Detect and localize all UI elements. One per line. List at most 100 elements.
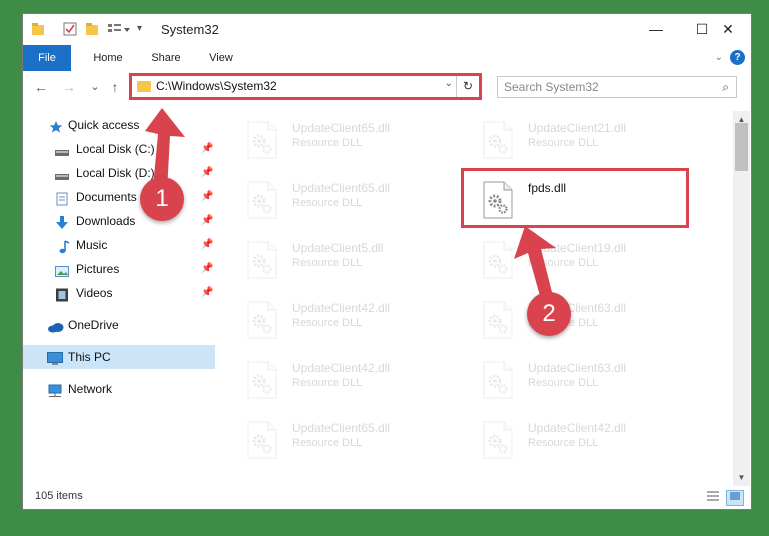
file-type: Resource DLL	[528, 137, 599, 149]
search-box[interactable]: ⌕	[497, 76, 737, 98]
sidebar-item-pictures[interactable]: Pictures 📌	[23, 257, 215, 281]
file-item[interactable]: UpdateClient5.dll Resource DLL	[225, 235, 455, 285]
file-item[interactable]: UpdateClient65.dll Resource DLL	[225, 415, 455, 465]
sidebar-item-music[interactable]: Music 📌	[23, 233, 215, 257]
file-item[interactable]: UpdateClient63.dllResource DLL	[461, 295, 691, 345]
dll-file-icon	[247, 181, 277, 219]
expand-ribbon-icon[interactable]: ⌄	[715, 45, 723, 71]
file-list: UpdateClient65.dll Resource DLL UpdateClie…	[223, 111, 733, 486]
sidebar-item-label: Quick access	[68, 118, 140, 132]
file-item[interactable]: UpdateClient21.dll Resource DLL	[461, 115, 691, 165]
scrollbar-thumb[interactable]	[735, 123, 748, 171]
file-type: Resource DLL	[292, 137, 363, 149]
dll-file-icon	[483, 121, 513, 159]
file-item[interactable]: UpdateClient42.dll Resource DLL	[225, 355, 455, 405]
explorer-window: ▾ System32 — ☐ ✕ File Home Share View ⌄ …	[22, 13, 752, 510]
cloud-icon	[47, 318, 65, 333]
tab-file[interactable]: File	[23, 45, 71, 71]
sidebar-item-onedrive[interactable]: OneDrive	[23, 313, 215, 337]
back-button[interactable]: ←	[31, 77, 51, 97]
pin-icon: 📌	[201, 263, 214, 274]
file-type: Resource DLL	[528, 257, 599, 269]
pin-icon: 📌	[201, 215, 214, 226]
tab-view[interactable]: View	[199, 45, 243, 71]
file-name: UpdateClient42.dll	[528, 421, 627, 435]
network-icon	[47, 382, 63, 397]
file-type: Resource DLL	[292, 197, 363, 209]
help-icon[interactable]: ?	[730, 50, 745, 65]
close-button[interactable]: ✕	[705, 14, 751, 45]
dll-file-icon	[483, 241, 513, 279]
pictures-icon	[55, 262, 69, 277]
sidebar-item-this-pc[interactable]: This PC	[23, 345, 215, 369]
sidebar-item-label: OneDrive	[68, 318, 119, 332]
address-path[interactable]: C:\Windows\System32	[156, 79, 277, 93]
downloads-icon	[55, 214, 69, 229]
file-item[interactable]: UpdateClient65.dll Resource DLL	[225, 175, 455, 225]
file-item[interactable]: UpdateClient42.dll Resource DLL	[225, 295, 455, 345]
dll-file-icon	[483, 301, 513, 339]
file-item[interactable]: UpdateClient63.dllResource DLL	[461, 355, 691, 405]
scroll-down-icon[interactable]: ▼	[733, 469, 750, 486]
chevron-down-icon[interactable]: ⌄	[445, 78, 453, 89]
navigation-pane: Quick access Local Disk (C:) 📌 Local Dis…	[23, 111, 215, 486]
navigation-bar: ← → ⌄ ↑ C:\Windows\System32 ⌄ ↻ ⌕	[23, 71, 751, 104]
new-folder-icon[interactable]	[85, 22, 99, 39]
folder-icon	[31, 22, 45, 39]
recent-locations-button[interactable]: ⌄	[85, 77, 105, 97]
tab-home[interactable]: Home	[85, 45, 131, 71]
pin-icon: 📌	[201, 143, 214, 154]
file-name: UpdateClient42.dll	[292, 301, 391, 315]
file-type: Resource DLL	[292, 437, 363, 449]
file-name: UpdateClient65.dll	[292, 421, 391, 435]
file-item[interactable]: UpdateClient19.dll Resource DLL	[461, 235, 691, 285]
dll-file-icon	[247, 421, 277, 459]
vertical-scrollbar[interactable]: ▲ ▼	[733, 111, 750, 486]
file-type: Resource DLL	[292, 317, 363, 329]
file-name: UpdateClient42.dll	[292, 361, 391, 375]
sidebar-item-label: Local Disk (D:)	[76, 166, 155, 180]
minimize-button[interactable]: —	[633, 14, 679, 45]
properties-icon[interactable]	[63, 22, 77, 39]
search-input[interactable]	[498, 77, 720, 97]
file-name: UpdateClient21.dll	[528, 121, 627, 135]
file-type: Resource DLL	[528, 377, 599, 389]
sidebar-item-local-disk-d[interactable]: Local Disk (D:) 📌	[23, 161, 215, 185]
tab-share[interactable]: Share	[143, 45, 189, 71]
customize-toolbar-icon[interactable]	[107, 22, 131, 39]
address-bar[interactable]: C:\Windows\System32 ⌄ ↻	[129, 73, 482, 100]
sidebar-item-downloads[interactable]: Downloads 📌	[23, 209, 215, 233]
details-view-icon[interactable]	[705, 490, 721, 504]
star-icon	[49, 118, 63, 133]
sidebar-item-label: Videos	[76, 286, 113, 300]
forward-button[interactable]: →	[59, 77, 79, 97]
sidebar-item-label: Downloads	[76, 214, 136, 228]
music-icon	[57, 238, 71, 254]
file-type: Resource DLL	[292, 377, 363, 389]
file-item[interactable]: UpdateClient42.dll Resource DLL	[461, 415, 691, 465]
sidebar-item-quick-access[interactable]: Quick access	[23, 113, 215, 137]
sidebar-item-label: This PC	[68, 350, 111, 364]
refresh-button[interactable]: ↻	[456, 76, 479, 97]
sidebar-item-label: Pictures	[76, 262, 120, 276]
annotation-badge-2: 2	[527, 292, 571, 336]
dll-file-icon	[483, 421, 513, 459]
videos-icon	[55, 286, 69, 302]
sidebar-item-network[interactable]: Network	[23, 377, 215, 401]
dll-file-icon	[247, 301, 277, 339]
up-button[interactable]: ↑	[105, 77, 125, 97]
dropdown-icon[interactable]: ▾	[137, 23, 142, 34]
window-title: System32	[161, 22, 219, 37]
sidebar-item-label: Local Disk (C:)	[76, 142, 155, 156]
sidebar-item-label: Network	[68, 382, 113, 396]
sidebar-item-documents[interactable]: Documents 📌	[23, 185, 215, 209]
file-item[interactable]: UpdateClient65.dll Resource DLL	[225, 115, 455, 165]
drive-icon	[55, 142, 69, 156]
drive-icon	[55, 166, 69, 180]
sidebar-item-videos[interactable]: Videos 📌	[23, 281, 215, 305]
sidebar-item-label: Documents	[76, 190, 137, 204]
pin-icon: 📌	[201, 287, 214, 298]
large-icons-view-icon[interactable]	[726, 490, 744, 506]
sidebar-item-local-disk-c[interactable]: Local Disk (C:) 📌	[23, 137, 215, 161]
file-type: Resource DLL	[528, 437, 599, 449]
